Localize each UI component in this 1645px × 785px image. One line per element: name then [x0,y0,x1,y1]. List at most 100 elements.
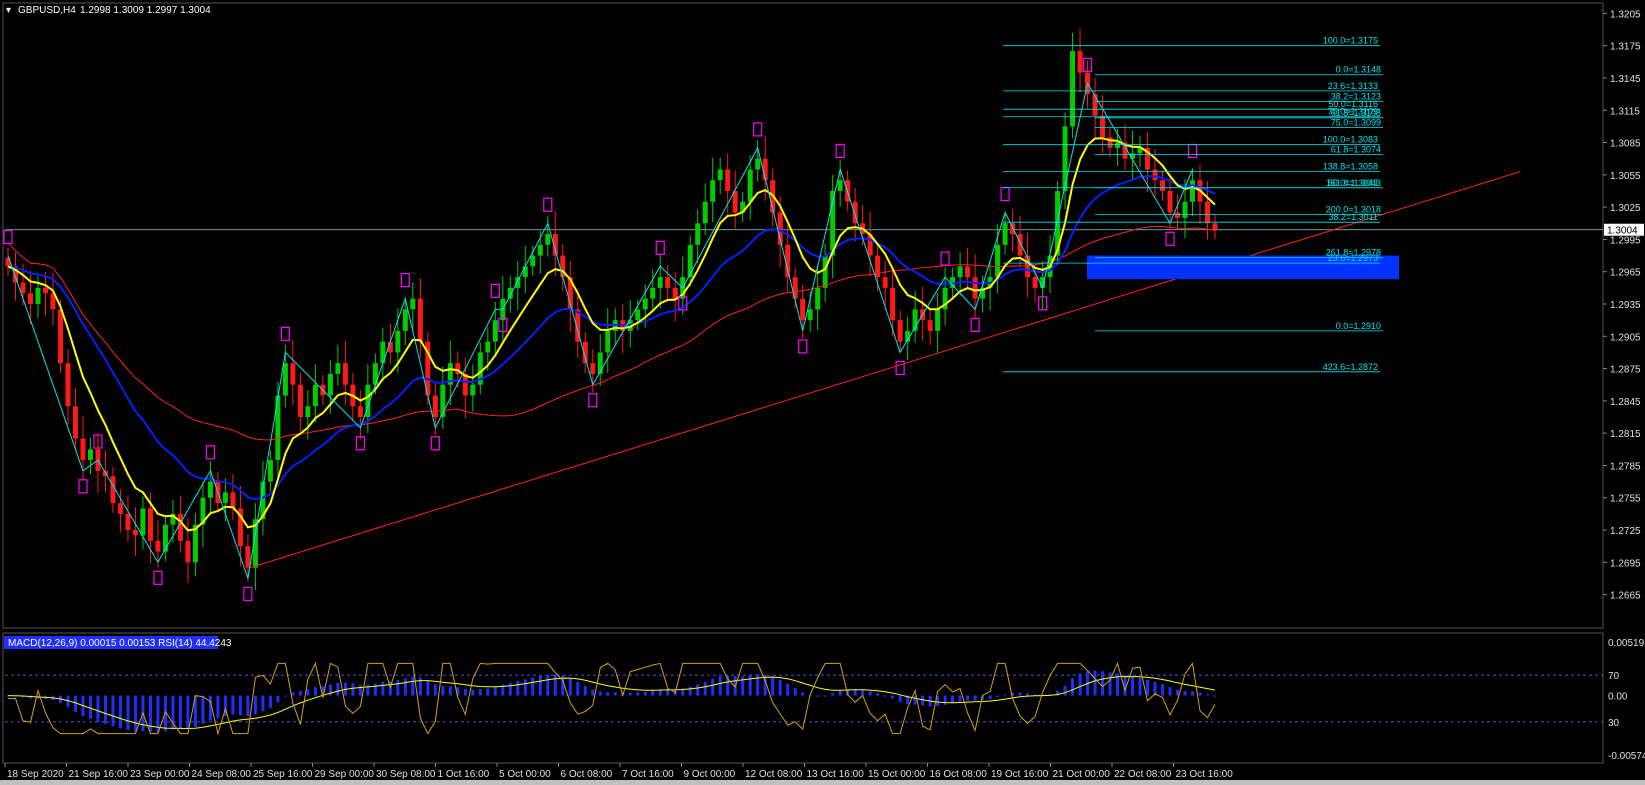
candle-body[interactable] [935,309,941,331]
candle-body[interactable] [1115,142,1121,148]
candle-body[interactable] [1062,126,1068,191]
candle-body[interactable] [110,476,116,504]
candle-body[interactable] [545,234,551,245]
candle-body[interactable] [432,395,438,418]
candle-body[interactable] [417,298,423,342]
candle-body[interactable] [1190,180,1196,202]
candle-body[interactable] [890,287,896,321]
candle-body[interactable] [185,540,191,563]
candle-body[interactable] [357,406,363,418]
candle-body[interactable] [642,298,648,310]
candle-body[interactable] [57,309,63,364]
candle-body[interactable] [297,384,303,418]
candle-body[interactable] [27,293,33,304]
candle-body[interactable] [335,363,341,374]
candle-body[interactable] [72,406,78,439]
candle-body[interactable] [1107,137,1113,148]
candle-body[interactable] [822,255,828,288]
candle-body[interactable] [882,277,888,288]
candle-body[interactable] [530,255,536,267]
candle-body[interactable] [395,330,401,353]
candle-body[interactable] [230,492,236,509]
candle-body[interactable] [117,503,123,514]
candle-body[interactable] [507,287,513,299]
chevron-down-icon[interactable]: ▾ [6,5,11,16]
candle-body[interactable] [312,384,318,407]
candle-body[interactable] [1092,94,1098,116]
candle-body[interactable] [635,309,641,321]
candle-body[interactable] [1152,169,1158,181]
candle-body[interactable] [807,309,813,321]
candle-body[interactable] [1175,212,1181,218]
candle-body[interactable] [755,158,761,170]
candle-body[interactable] [792,277,798,299]
candle-body[interactable] [650,287,656,299]
candle-body[interactable] [702,201,708,224]
candle-body[interactable] [1182,201,1188,218]
candle-body[interactable] [1017,234,1023,256]
candle-body[interactable] [522,266,528,278]
candle-body[interactable] [1077,51,1083,73]
candle-body[interactable] [1032,277,1038,288]
candle-body[interactable] [290,363,296,385]
candle-body[interactable] [515,277,521,288]
candle-body[interactable] [282,363,288,396]
candle-body[interactable] [65,363,71,407]
candle-body[interactable] [837,180,843,191]
candle-body[interactable] [1212,223,1218,230]
candle-body[interactable] [927,320,933,331]
candle-body[interactable] [590,363,596,374]
candle-body[interactable] [42,287,48,294]
candle-body[interactable] [605,330,611,353]
candle-body[interactable] [245,546,251,568]
candle-body[interactable] [725,169,731,191]
candle-body[interactable] [1167,190,1173,213]
candle-body[interactable] [132,530,138,536]
candle-body[interactable] [222,492,228,504]
candle-body[interactable] [1070,51,1076,127]
candle-body[interactable] [957,266,963,278]
candle-body[interactable] [800,298,806,321]
candle-body[interactable] [1002,223,1008,245]
candle-body[interactable] [995,244,1001,278]
candle-body[interactable] [155,540,161,552]
candle-body[interactable] [147,508,153,541]
candle-body[interactable] [342,363,348,385]
candle-body[interactable] [672,287,678,299]
candle-body[interactable] [965,266,971,278]
candle-body[interactable] [717,169,723,181]
candle-body[interactable] [267,460,273,482]
candle-body[interactable] [537,244,543,256]
candle-body[interactable] [657,277,663,288]
candle-body[interactable] [327,373,333,396]
candle-body[interactable] [207,481,213,498]
candle-body[interactable] [140,508,146,536]
candle-body[interactable] [177,513,183,541]
candle-body[interactable] [125,513,131,531]
candle-body[interactable] [485,341,491,353]
candle-body[interactable] [1205,201,1211,224]
candle-body[interactable] [687,244,693,278]
candle-body[interactable] [815,287,821,310]
bottom-tab-bar[interactable] [0,780,1645,785]
candle-body[interactable] [380,341,386,364]
candle-body[interactable] [80,438,86,461]
candle-body[interactable] [710,180,716,202]
candle-body[interactable] [410,298,416,310]
candle-body[interactable] [275,395,281,461]
trading-chart[interactable]: 100.0=1.3175 0.0=1.3148 23.6=1.3133 38.2=1.… [0,0,1645,785]
candle-body[interactable] [695,223,701,245]
candle-body[interactable] [492,320,498,342]
candle-body[interactable] [402,309,408,331]
candle-body[interactable] [972,277,978,299]
candle-body[interactable] [372,363,378,385]
candle-body[interactable] [1160,180,1166,191]
candle-body[interactable] [1100,115,1106,138]
candle-body[interactable] [747,169,753,202]
candle-body[interactable] [35,287,41,304]
candle-body[interactable] [87,449,93,461]
candle-body[interactable] [665,277,671,288]
candle-body[interactable] [305,406,311,418]
candle-body[interactable] [20,282,26,294]
candle-body[interactable] [162,524,168,552]
